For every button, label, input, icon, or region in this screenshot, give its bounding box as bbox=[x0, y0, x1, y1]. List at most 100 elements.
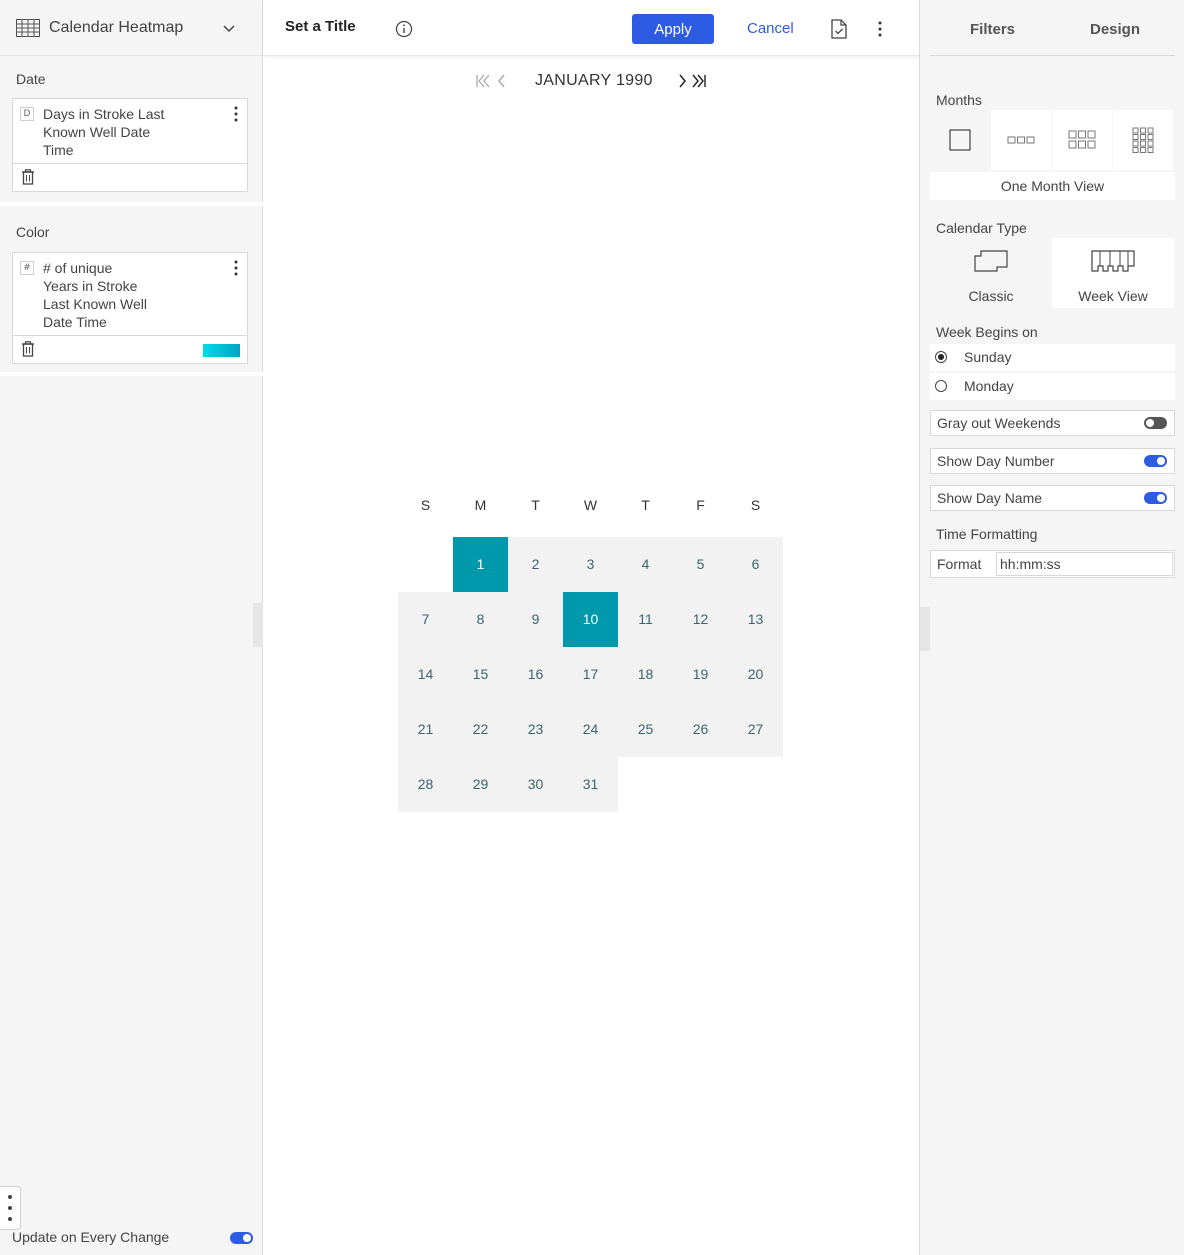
chart-title[interactable]: Set a Title bbox=[285, 18, 356, 35]
calendar-day-cell[interactable]: 11 bbox=[618, 592, 673, 647]
calendar-day-cell[interactable]: 12 bbox=[673, 592, 728, 647]
calendar-day-cell[interactable]: 7 bbox=[398, 592, 453, 647]
calendar-type-classic[interactable]: Classic bbox=[930, 238, 1052, 308]
calendar-day-cell[interactable]: 23 bbox=[508, 702, 563, 757]
calendar-day-cell[interactable]: 6 bbox=[728, 537, 783, 592]
color-field-card[interactable]: # # of unique Years in Stroke Last Known… bbox=[12, 252, 248, 364]
kebab-menu-icon[interactable] bbox=[234, 106, 238, 122]
day-of-week-header: T bbox=[641, 497, 650, 513]
calendar-day-cell[interactable]: 26 bbox=[673, 702, 728, 757]
apply-button[interactable]: Apply bbox=[632, 14, 714, 44]
day-of-week-header: S bbox=[750, 497, 761, 513]
twelve-months-option[interactable] bbox=[1113, 110, 1173, 170]
calendar-day-cell[interactable]: 22 bbox=[453, 702, 508, 757]
calendar-day-cell[interactable]: 5 bbox=[673, 537, 728, 592]
trash-icon[interactable] bbox=[21, 341, 35, 357]
tab-filters[interactable]: Filters bbox=[970, 21, 1015, 38]
calendar-type-week-label: Week View bbox=[1078, 288, 1148, 304]
viz-type-name: Calendar Heatmap bbox=[49, 18, 184, 36]
day-of-week-header: T bbox=[531, 497, 540, 513]
right-panel: Filters Design Months One Month View Cal… bbox=[919, 0, 1184, 1255]
twelve-boxes-icon bbox=[1132, 127, 1154, 153]
classic-calendar-icon bbox=[974, 250, 1008, 272]
calendar-day-cell[interactable]: 8 bbox=[453, 592, 508, 647]
info-icon[interactable] bbox=[395, 20, 413, 38]
calendar-day-cell[interactable]: 10 bbox=[563, 592, 618, 647]
week-monday-label: Monday bbox=[964, 378, 1014, 394]
color-section-label: Color bbox=[16, 224, 50, 240]
panel-tabs: Filters Design bbox=[930, 0, 1175, 56]
day-of-week-header: M bbox=[474, 497, 487, 513]
gray-out-weekends-toggle[interactable] bbox=[1144, 417, 1167, 429]
calendar-day-cell[interactable]: 30 bbox=[508, 757, 563, 812]
time-format-input[interactable] bbox=[996, 552, 1173, 576]
color-field-line: Date Time bbox=[43, 314, 107, 330]
week-sunday-label: Sunday bbox=[964, 349, 1012, 365]
calendar-day-cell[interactable]: 28 bbox=[398, 757, 453, 812]
calendar-day-cell[interactable]: 13 bbox=[728, 592, 783, 647]
more-options-icon[interactable] bbox=[878, 21, 882, 37]
one-month-option[interactable] bbox=[930, 110, 990, 170]
chevron-left-icon[interactable] bbox=[497, 74, 507, 88]
week-begins-sunday[interactable]: Sunday bbox=[930, 344, 1175, 371]
week-begins-monday[interactable]: Monday bbox=[930, 373, 1175, 400]
date-field-card[interactable]: D Days in Stroke Last Known Well Date Ti… bbox=[12, 98, 248, 192]
three-months-option[interactable] bbox=[991, 110, 1051, 170]
calendar-day-cell[interactable]: 3 bbox=[563, 537, 618, 592]
calendar-day-cell[interactable]: 21 bbox=[398, 702, 453, 757]
tab-design[interactable]: Design bbox=[1090, 21, 1140, 38]
calendar-day-cell[interactable]: 20 bbox=[728, 647, 783, 702]
calendar-day-cell[interactable]: 25 bbox=[618, 702, 673, 757]
calendar-day-cell[interactable]: 16 bbox=[508, 647, 563, 702]
document-check-icon[interactable] bbox=[830, 19, 848, 39]
radio-monday[interactable] bbox=[935, 380, 947, 392]
update-on-change-toggle[interactable] bbox=[230, 1232, 253, 1244]
show-day-name-row: Show Day Name bbox=[930, 485, 1175, 511]
format-label: Format bbox=[937, 556, 982, 572]
color-field-line: # of unique bbox=[43, 260, 113, 276]
chevron-down-icon[interactable] bbox=[222, 23, 236, 33]
calendar-grid-icon bbox=[16, 18, 40, 37]
calendar-type-week[interactable]: Week View bbox=[1052, 238, 1174, 308]
calendar-day-cell[interactable]: 27 bbox=[728, 702, 783, 757]
six-months-option[interactable] bbox=[1052, 110, 1112, 170]
calendar-day-cell[interactable]: 2 bbox=[508, 537, 563, 592]
right-panel-collapse-handle[interactable] bbox=[920, 607, 930, 651]
first-page-icon[interactable] bbox=[475, 74, 491, 88]
left-panel-collapse-handle[interactable] bbox=[253, 603, 263, 647]
calendar-day-cell[interactable]: 29 bbox=[453, 757, 508, 812]
months-label: Months bbox=[936, 92, 982, 108]
cancel-button[interactable]: Cancel bbox=[747, 20, 794, 37]
calendar-day-cell[interactable]: 15 bbox=[453, 647, 508, 702]
chevron-right-icon[interactable] bbox=[677, 74, 687, 88]
radio-sunday[interactable] bbox=[935, 351, 947, 363]
calendar-day-cell[interactable]: 18 bbox=[618, 647, 673, 702]
day-of-week-header: F bbox=[696, 497, 705, 513]
show-day-name-toggle[interactable] bbox=[1144, 492, 1167, 504]
calendar-day-cell[interactable]: 4 bbox=[618, 537, 673, 592]
measure-type-badge: # bbox=[20, 261, 34, 275]
color-field-line: Years in Stroke bbox=[43, 278, 138, 294]
calendar-day-cell[interactable]: 19 bbox=[673, 647, 728, 702]
show-day-name-label: Show Day Name bbox=[937, 490, 1043, 506]
last-page-icon[interactable] bbox=[691, 74, 707, 88]
date-section-label: Date bbox=[16, 71, 46, 87]
calendar-day-cell[interactable]: 17 bbox=[563, 647, 618, 702]
calendar-day-cell[interactable]: 14 bbox=[398, 647, 453, 702]
canvas: Set a Title Apply Cancel JANUARY 1990 S … bbox=[263, 0, 919, 1255]
update-on-change-label: Update on Every Change bbox=[12, 1229, 170, 1245]
months-selector bbox=[930, 110, 1175, 170]
trash-icon[interactable] bbox=[21, 169, 35, 185]
show-day-number-toggle[interactable] bbox=[1144, 455, 1167, 467]
kebab-menu-icon[interactable] bbox=[234, 260, 238, 276]
viz-type-selector[interactable]: Calendar Heatmap bbox=[0, 0, 262, 56]
calendar-day-cell[interactable]: 9 bbox=[508, 592, 563, 647]
drag-handle[interactable] bbox=[0, 1186, 21, 1230]
calendar-day-cell[interactable]: 1 bbox=[453, 537, 508, 592]
calendar-day-cell[interactable]: 31 bbox=[563, 757, 618, 812]
calendar-day-cell[interactable]: 24 bbox=[563, 702, 618, 757]
gray-out-weekends-label: Gray out Weekends bbox=[937, 415, 1061, 431]
color-gradient-swatch[interactable] bbox=[203, 344, 240, 357]
current-month-label: JANUARY 1990 bbox=[535, 72, 653, 89]
date-field-line: Time bbox=[43, 142, 74, 158]
